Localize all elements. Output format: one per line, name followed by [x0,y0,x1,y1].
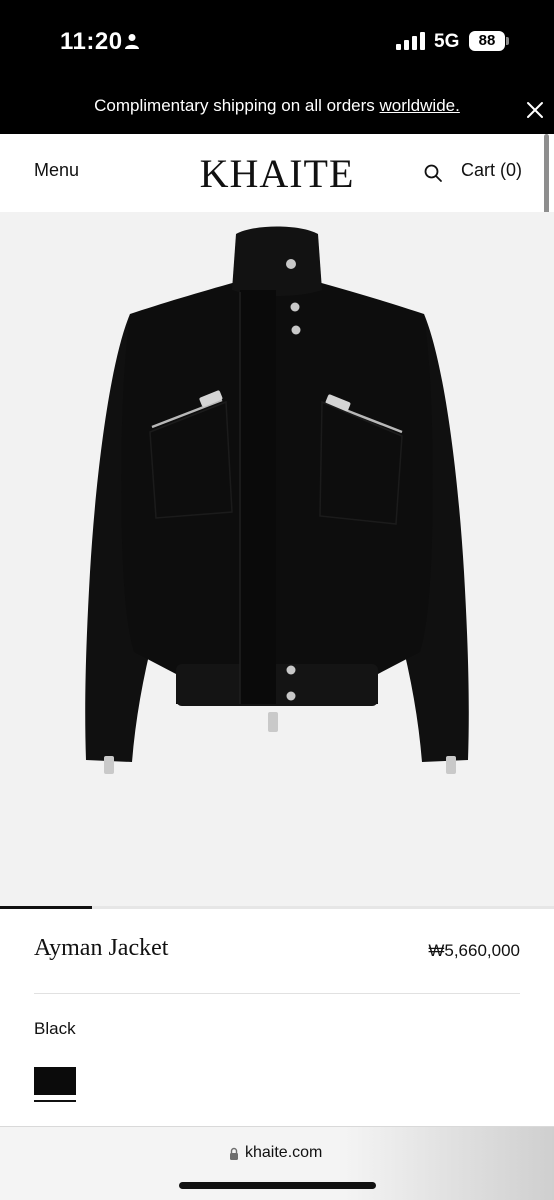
promo-link[interactable]: worldwide. [380,96,460,115]
close-icon[interactable] [525,100,545,120]
signal-icon [396,32,425,50]
product-image[interactable] [0,212,554,906]
home-indicator[interactable] [179,1182,376,1189]
battery-cap [506,37,509,45]
jacket-illustration [85,226,469,774]
battery-indicator: 88 [469,31,505,51]
promo-message: Complimentary shipping on all orders [94,96,380,115]
status-time: 11:20 [60,28,123,55]
product-page: 11:20 5G 88 Complimentary shipping on al… [0,0,554,1200]
carousel-indicator [0,906,92,909]
search-icon[interactable] [423,163,443,183]
network-label: 5G [434,31,460,52]
product-price: ₩5,660,000 [428,941,520,960]
divider [34,993,520,994]
site-header: Menu KHAITE Cart (0) [0,134,554,212]
promo-text: Complimentary shipping on all orders wor… [0,96,554,116]
url-label[interactable]: khaite.com [245,1144,322,1162]
color-label: Black [34,1019,76,1038]
cart-button[interactable]: Cart (0) [461,160,522,181]
product-name: Ayman Jacket [34,935,169,961]
color-swatch-black[interactable] [34,1067,76,1095]
person-icon [125,34,139,49]
promo-banner: Complimentary shipping on all orders wor… [0,84,554,134]
lock-icon [230,1147,238,1160]
status-bar: 11:20 5G 88 [0,0,554,84]
selected-swatch-underline [34,1100,76,1102]
